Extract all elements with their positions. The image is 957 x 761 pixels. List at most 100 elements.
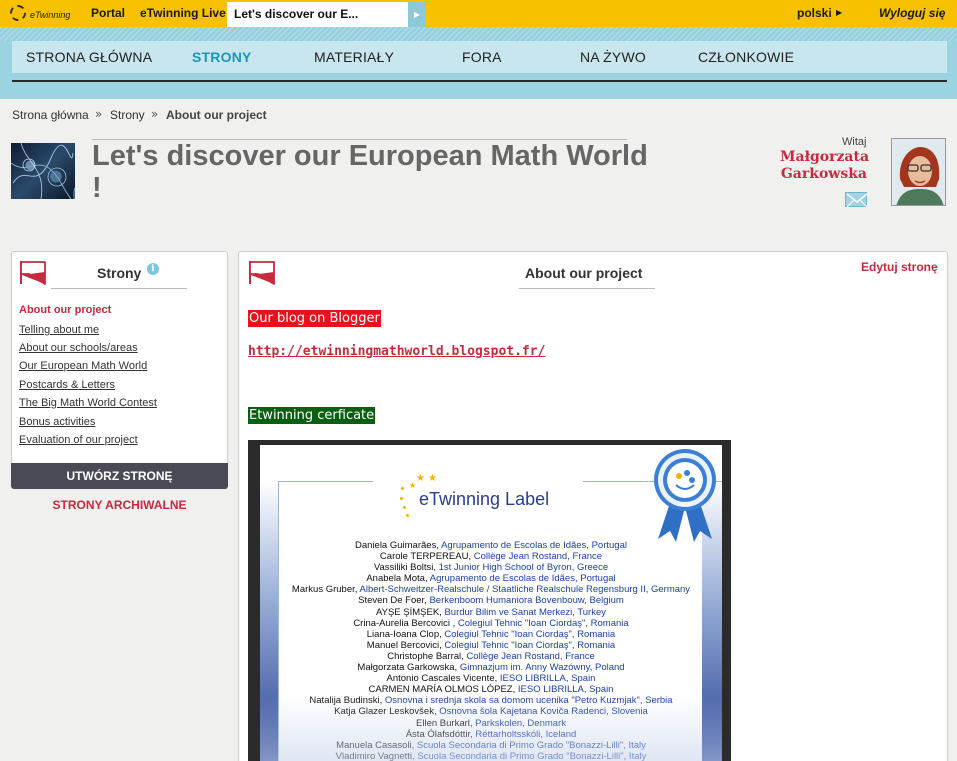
certificate-entry: Anabela Mota, Agrupamento de Escolas de …	[260, 573, 722, 584]
participant-school: Colegiul Tehnic "Ioan Ciordaş", Romania	[444, 628, 616, 640]
participant-name: Christophe Barral,	[387, 650, 467, 662]
play-arrow-icon[interactable]: ▶	[408, 2, 426, 27]
nav-materials[interactable]: MATERIAŁY	[314, 49, 394, 65]
edit-page-link[interactable]: Edytuj stronę	[861, 260, 938, 274]
envelope-icon[interactable]	[845, 192, 868, 208]
breadcrumb-home[interactable]: Strona główna	[12, 108, 89, 122]
nav-live[interactable]: NA ŻYWO	[580, 49, 646, 65]
page-flag-icon	[249, 261, 275, 285]
sidebar-item-math-world[interactable]: Our European Math World	[19, 360, 147, 372]
project-image	[11, 143, 75, 199]
certificate-entry: CARMEN MARÍA OLMOS LÓPEZ, IESO LIBRILLA,…	[260, 684, 722, 695]
star-dot	[406, 514, 409, 517]
certificate-heading: Etwinning cerficate	[248, 407, 376, 424]
certificate-entry: AYŞE ŞİMŞEK, Burdur Bilim ve Sanat Merke…	[260, 607, 722, 618]
certificate-entry: Małgorzata Garkowska, Gimnazjum im. Anny…	[260, 662, 722, 673]
breadcrumb-separator: »	[151, 107, 159, 121]
participant-school: 1st Junior High School of Byron, Greece	[438, 562, 609, 574]
certificate-fade	[260, 695, 722, 761]
participant-name: Steven De Foer,	[358, 595, 430, 607]
content-title-divider	[519, 288, 655, 289]
sidebar-item-schools[interactable]: About our schools/areas	[19, 342, 138, 354]
certificate-entry: Vassiliki Boltsi, 1st Junior High School…	[260, 562, 722, 573]
content-title: About our project	[525, 265, 643, 281]
sidebar-item-about-project[interactable]: About our project	[19, 304, 111, 316]
certificate-label: eTwinning Label	[419, 489, 550, 509]
user-name[interactable]: Małgorzata Garkowska	[780, 149, 869, 183]
participant-school: Albert-Schweitzer-Realschule / Staatlich…	[359, 584, 691, 596]
participant-school: Berkenboom Humaniora Bovenbouw, Belgium	[429, 595, 624, 607]
page-title: Let's discover our European Math World !	[92, 140, 648, 204]
participant-school: Colegiul Tehnic "Ioan Ciordaş", Romania	[444, 639, 616, 651]
participant-school: Agrupamento de Escolas de Idães, Portuga…	[441, 540, 627, 551]
current-tab[interactable]: Let's discover our E...	[227, 2, 408, 27]
page-flag-icon	[20, 261, 46, 285]
star-icon: ★	[409, 481, 417, 490]
breadcrumb-pages[interactable]: Strony	[110, 108, 145, 122]
sidebar-item-evaluation[interactable]: Evaluation of our project	[19, 434, 138, 446]
blog-heading: Our blog on Blogger	[248, 310, 381, 327]
participant-name: Daniela Guimarães,	[355, 540, 442, 551]
logo-text: eTwinning	[30, 10, 71, 20]
nav-forums[interactable]: FORA	[462, 49, 502, 65]
language-selector[interactable]: polski	[797, 6, 832, 20]
certificate-entry: Steven De Foer, Berkenboom Humaniora Bov…	[260, 595, 722, 606]
participant-name: Małgorzata Garkowska,	[357, 662, 460, 674]
certificate-entry: Markus Gruber, Albert-Schweitzer-Realsch…	[260, 584, 722, 595]
sidebar-item-postcards[interactable]: Postcards & Letters	[19, 379, 115, 391]
participant-name: Manuel Bercovici,	[366, 639, 445, 651]
archive-pages-link[interactable]: STRONY ARCHIWALNE	[11, 498, 228, 512]
participant-name: Vassiliki Boltsi,	[373, 562, 439, 574]
participant-school: Agrupamento de Escolas de Idães, Portuga…	[429, 573, 616, 585]
nav-divider	[12, 80, 947, 82]
nav-stripe	[0, 27, 957, 41]
participant-name: CARMEN MARÍA OLMOS LÓPEZ,	[368, 684, 518, 696]
star-dot	[403, 506, 406, 509]
participant-name: Crina-Aurelia Bercovici ,	[353, 617, 458, 629]
participant-school: Gimnazjum im. Anny Wazówny, Poland	[459, 662, 625, 674]
participant-school: IESO LIBRILLA, Spain	[517, 684, 614, 696]
breadcrumb-separator: »	[95, 107, 103, 121]
participant-school: Colegiul Tehnic "Ioan Ciordaş", Romania	[457, 617, 629, 629]
participant-school: IESO LIBRILLA, Spain	[499, 673, 596, 685]
certificate-entry: Liana-Ioana Clop, Colegiul Tehnic "Ioan …	[260, 629, 722, 640]
participant-name: Antonio Cascales Vicente,	[386, 673, 500, 685]
ribbon-badge-icon: Label	[654, 449, 716, 542]
triangle-right-icon: ▶	[836, 8, 843, 17]
logo-ring	[10, 5, 26, 21]
certificate-image: ★ ★ ★ eTwinning Label Label Daniela Guim…	[260, 445, 722, 761]
welcome-text: Witaj	[842, 136, 867, 148]
etwinning-logo-icon[interactable]: eTwinning	[8, 3, 74, 24]
avatar[interactable]	[891, 138, 946, 206]
star-dot	[401, 487, 404, 490]
participant-name: Liana-Ioana Clop,	[366, 628, 445, 640]
participant-name: Anabela Mota,	[366, 573, 430, 585]
participant-school: Collège Jean Rostand, France	[466, 650, 595, 662]
sidebar-title-divider	[51, 288, 187, 289]
info-icon[interactable]: i	[147, 263, 159, 275]
certificate-entry: Manuel Bercovici, Colegiul Tehnic "Ioan …	[260, 640, 722, 651]
star-icon: ★	[416, 473, 425, 484]
blog-link[interactable]: http://etwinningmathworld.blogspot.fr/	[248, 344, 545, 359]
certificate-entry: Antonio Cascales Vicente, IESO LIBRILLA,…	[260, 673, 722, 684]
certificate-entry: Christophe Barral, Collège Jean Rostand,…	[260, 651, 722, 662]
participant-school: Burdur Bilim ve Sanat Merkezi, Turkey	[444, 606, 607, 618]
certificate-entry: Daniela Guimarães, Agrupamento de Escola…	[260, 540, 722, 551]
breadcrumb-current: About our project	[166, 108, 267, 122]
participant-name: Carole TERPEREAU,	[379, 551, 474, 563]
sidebar-title: Strony	[97, 265, 142, 281]
logout-link[interactable]: Wyloguj się	[879, 6, 945, 20]
sidebar-item-contest[interactable]: The Big Math World Contest	[19, 397, 157, 409]
certificate-entry: Crina-Aurelia Bercovici , Colegiul Tehni…	[260, 618, 722, 629]
sidebar-item-telling-about-me[interactable]: Telling about me	[19, 324, 99, 336]
nav-members[interactable]: CZŁONKOWIE	[698, 49, 794, 65]
etwinning-live-link[interactable]: eTwinning Live	[140, 6, 226, 20]
sidebar-item-bonus[interactable]: Bonus activities	[19, 416, 95, 428]
create-page-button[interactable]: UTWÓRZ STRONĘ	[11, 463, 228, 489]
nav-pages[interactable]: STRONY	[192, 49, 252, 65]
star-icon: ★	[428, 473, 437, 484]
portal-link[interactable]: Portal	[91, 6, 125, 20]
star-dot	[400, 497, 403, 500]
nav-home[interactable]: STRONA GŁÓWNA	[26, 49, 152, 65]
participant-name: AYŞE ŞİMŞEK,	[375, 606, 445, 618]
